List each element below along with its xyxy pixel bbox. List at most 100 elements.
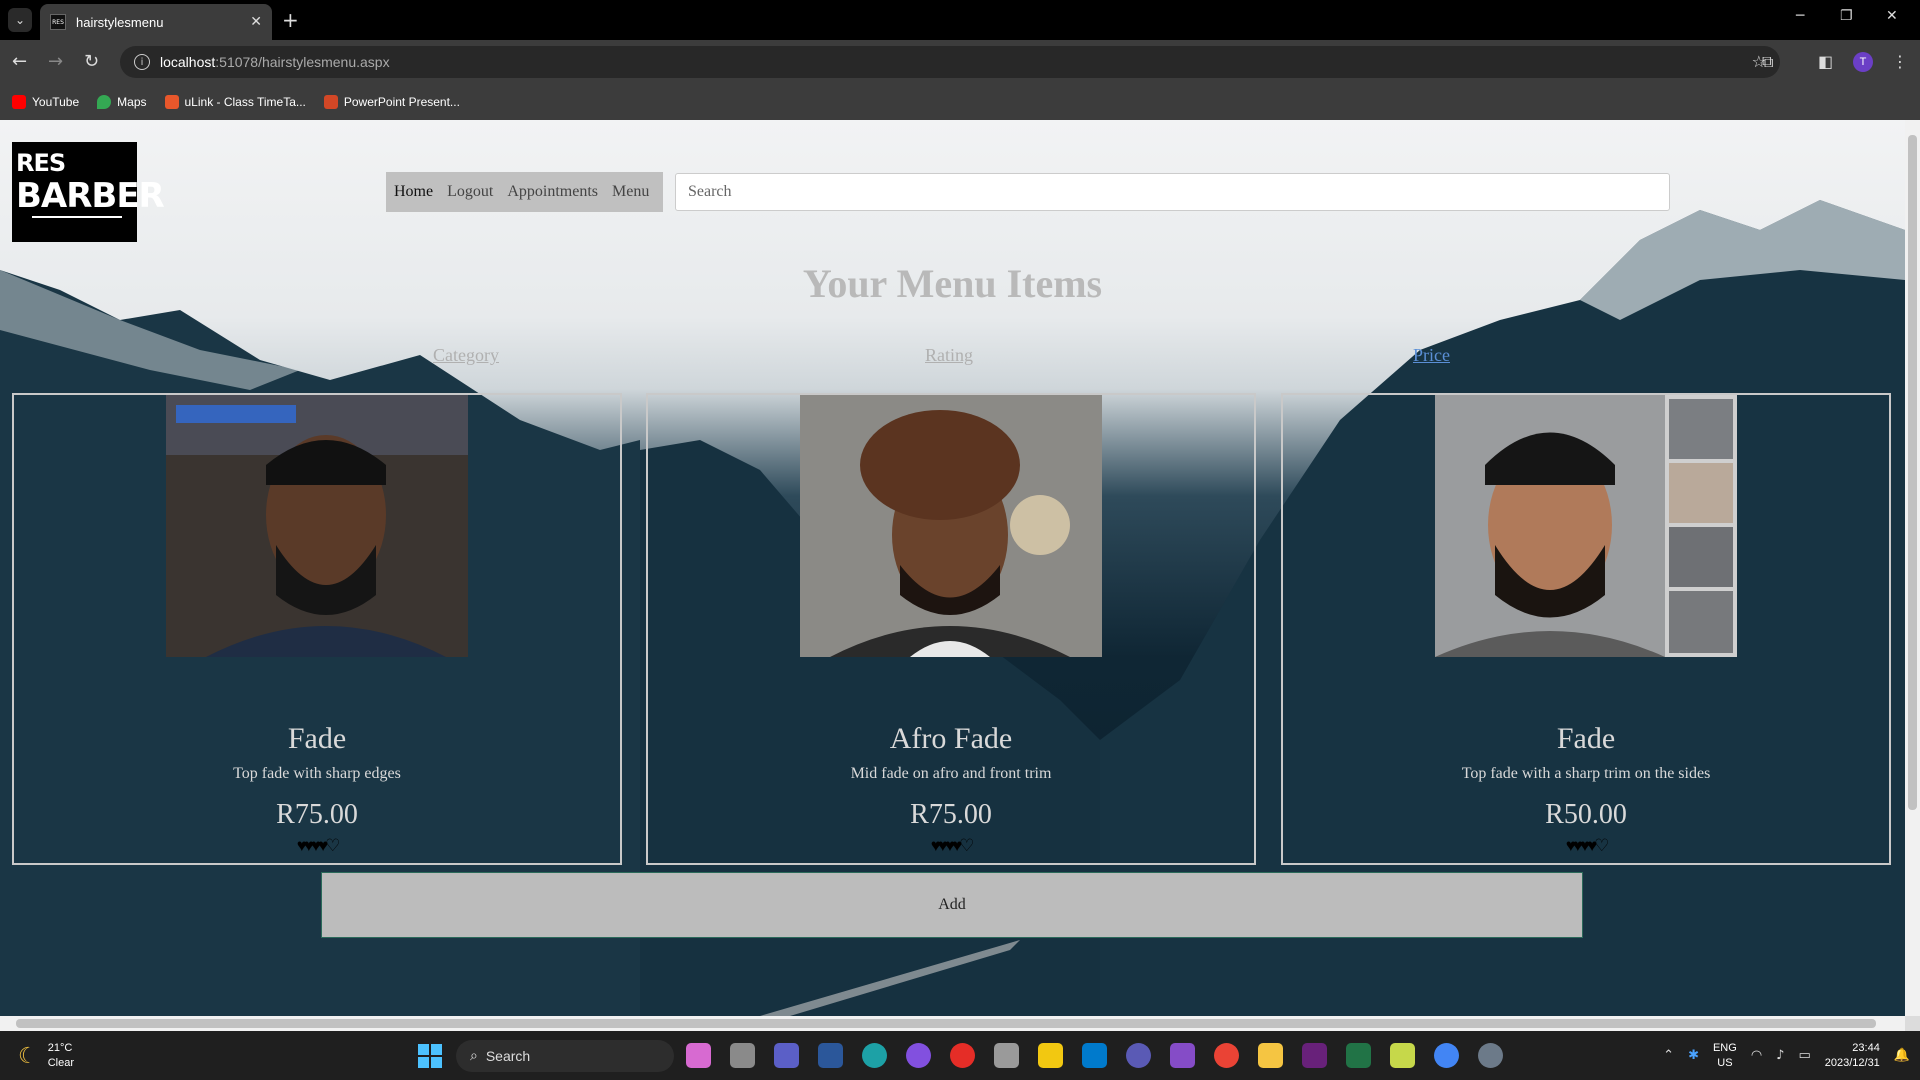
github-desktop-icon[interactable] (906, 1043, 931, 1068)
tab-search-chevron-icon[interactable]: ⌄ (8, 8, 32, 32)
teams-icon[interactable] (774, 1043, 799, 1068)
add-button[interactable]: Add (321, 872, 1583, 938)
side-panel-icon[interactable]: ◧ (1818, 52, 1833, 71)
excel-icon[interactable] (1346, 1043, 1371, 1068)
copilot-icon[interactable] (686, 1043, 711, 1068)
edge-icon[interactable] (862, 1043, 887, 1068)
notification-bell-icon[interactable]: 🔔 (1894, 1048, 1910, 1063)
back-arrow-icon[interactable]: ← (12, 51, 27, 72)
maps-pin-icon (97, 95, 112, 109)
bookmark-label: PowerPoint Present... (343, 95, 460, 109)
file-explorer-icon[interactable] (1258, 1043, 1283, 1068)
page-viewport: RES BARBER Home Logout Appointments Menu… (0, 120, 1905, 1016)
nav-appointments-link[interactable]: Appointments (507, 183, 598, 201)
horizontal-scroll-thumb[interactable] (16, 1019, 1876, 1028)
close-window-icon[interactable]: ✕ (1886, 8, 1898, 24)
chrome-profile-icon[interactable] (1434, 1043, 1459, 1068)
temperature: 21°C (47, 1042, 73, 1054)
site-info-icon[interactable]: i (134, 54, 150, 70)
media-player-icon[interactable] (950, 1043, 975, 1068)
item-description: Top fade with a sharp trim on the sides (1461, 765, 1711, 782)
item-description: Top fade with sharp edges (233, 765, 401, 782)
nav-menu-link[interactable]: Menu (612, 183, 649, 201)
logo-line-2: BARBER (16, 176, 165, 216)
taskbar-search-label: Search (485, 1048, 531, 1064)
sort-by-price-link[interactable]: Price (1413, 345, 1450, 366)
chrome-icon[interactable] (1214, 1043, 1239, 1068)
eclipse-icon[interactable] (1126, 1043, 1151, 1068)
url-host: localhost (160, 54, 216, 70)
rating-hearts: ♥♥♥♥♡ (1565, 836, 1610, 855)
bookmark-label: YouTube (32, 95, 80, 109)
settings-gear-icon[interactable] (1478, 1043, 1503, 1068)
scrollbar-corner (1905, 1016, 1920, 1031)
bookmark-powerpoint[interactable]: PowerPoint Present... (323, 95, 460, 109)
minimize-icon[interactable]: ─ (1796, 8, 1804, 24)
os-taskbar: ☾ 21°C Clear ⌕ Search ⌃ ✱ ENG US ◠ ♪ ▭ 2… (0, 1031, 1920, 1080)
bluetooth-icon[interactable]: ✱ (1688, 1048, 1699, 1063)
bookmark-ulink[interactable]: uLink - Class TimeTa... (164, 95, 306, 109)
weather-condition: Clear (47, 1057, 75, 1069)
tab-title: hairstylesmenu (76, 14, 164, 30)
clock-date: 2023/12/31 (1824, 1056, 1880, 1069)
taskbar-search[interactable]: ⌕ Search (456, 1040, 674, 1072)
system-clock[interactable]: 23:44 2023/12/31 (1825, 1041, 1880, 1071)
bookmark-youtube[interactable]: YouTube (12, 95, 79, 109)
region-code[interactable]: US (1713, 1056, 1737, 1071)
item-description: Mid fade on afro and front trim (850, 765, 1052, 782)
visual-studio-2-icon[interactable] (1302, 1043, 1327, 1068)
chevron-up-icon[interactable]: ⌃ (1663, 1048, 1674, 1063)
clock-time: 23:44 (1852, 1041, 1880, 1054)
word-icon[interactable] (818, 1043, 843, 1068)
rating-hearts: ♥♥♥♥♡ (930, 836, 975, 855)
volume-icon[interactable]: ♪ (1776, 1048, 1784, 1063)
search-input[interactable]: Search (675, 173, 1670, 211)
rating-hearts: ♥♥♥♥♡ (296, 836, 341, 855)
hairstyle-photo (166, 395, 468, 657)
item-price: R75.00 (276, 799, 358, 830)
vertical-scroll-thumb[interactable] (1908, 135, 1917, 810)
sticky-app-icon[interactable] (1038, 1043, 1063, 1068)
youtube-icon (12, 95, 26, 109)
browser-tab-bar: ⌄ RES hairstylesmenu ✕ + ─ ❐ ✕ (0, 0, 1920, 40)
powerpoint-icon (323, 95, 338, 109)
reload-icon[interactable]: ↻ (84, 51, 99, 72)
main-nav: Home Logout Appointments Menu (386, 172, 663, 212)
visual-studio-icon[interactable] (1170, 1043, 1195, 1068)
forward-arrow-icon[interactable]: → (48, 51, 63, 72)
search-icon: ⌕ (470, 1048, 478, 1064)
weather-widget[interactable]: ☾ 21°C Clear (18, 1041, 74, 1071)
language-code[interactable]: ENG (1713, 1041, 1737, 1056)
menu-item-card[interactable]: Fade Top fade with a sharp trim on the s… (1281, 393, 1891, 865)
browser-menu-icon[interactable]: ⋮ (1892, 52, 1908, 71)
bookmarks-bar: YouTube Maps uLink - Class TimeTa... Pow… (0, 84, 1920, 120)
browser-tab[interactable]: RES hairstylesmenu ✕ (40, 4, 272, 40)
extensions-icon[interactable]: ⧉ (1762, 52, 1773, 72)
sort-by-rating-link[interactable]: Rating (925, 345, 973, 366)
item-price: R75.00 (910, 799, 992, 830)
wifi-icon[interactable]: ◠ (1751, 1048, 1762, 1063)
menu-item-card[interactable]: Fade Top fade with sharp edges R75.00 ♥♥… (12, 393, 622, 865)
restore-icon[interactable]: ❐ (1840, 8, 1853, 24)
address-bar[interactable]: i localhost:51078/hairstylesmenu.aspx ☆ (120, 46, 1780, 78)
vscode-icon[interactable] (1082, 1043, 1107, 1068)
hairstyle-photo (800, 395, 1102, 657)
battery-icon[interactable]: ▭ (1798, 1048, 1810, 1063)
item-name: Fade (287, 722, 347, 755)
menu-item-card[interactable]: Afro Fade Mid fade on afro and front tri… (646, 393, 1256, 865)
new-tab-icon[interactable]: + (282, 8, 299, 32)
profile-avatar[interactable]: T (1853, 52, 1873, 72)
logo-underline (32, 216, 122, 218)
task-view-icon[interactable] (730, 1043, 755, 1068)
sort-by-category-link[interactable]: Category (433, 345, 499, 366)
notepad-plus-icon[interactable] (1390, 1043, 1415, 1068)
bookmark-label: uLink - Class TimeTa... (184, 95, 306, 109)
url-path: :51078/hairstylesmenu.aspx (215, 54, 390, 70)
bookmark-maps[interactable]: Maps (97, 95, 147, 109)
tab-close-icon[interactable]: ✕ (250, 14, 262, 30)
site-logo[interactable]: RES BARBER (12, 142, 165, 242)
database-icon[interactable] (994, 1043, 1019, 1068)
nav-logout-link[interactable]: Logout (447, 183, 493, 201)
nav-home-link[interactable]: Home (394, 183, 433, 201)
start-windows-icon[interactable] (418, 1044, 442, 1068)
